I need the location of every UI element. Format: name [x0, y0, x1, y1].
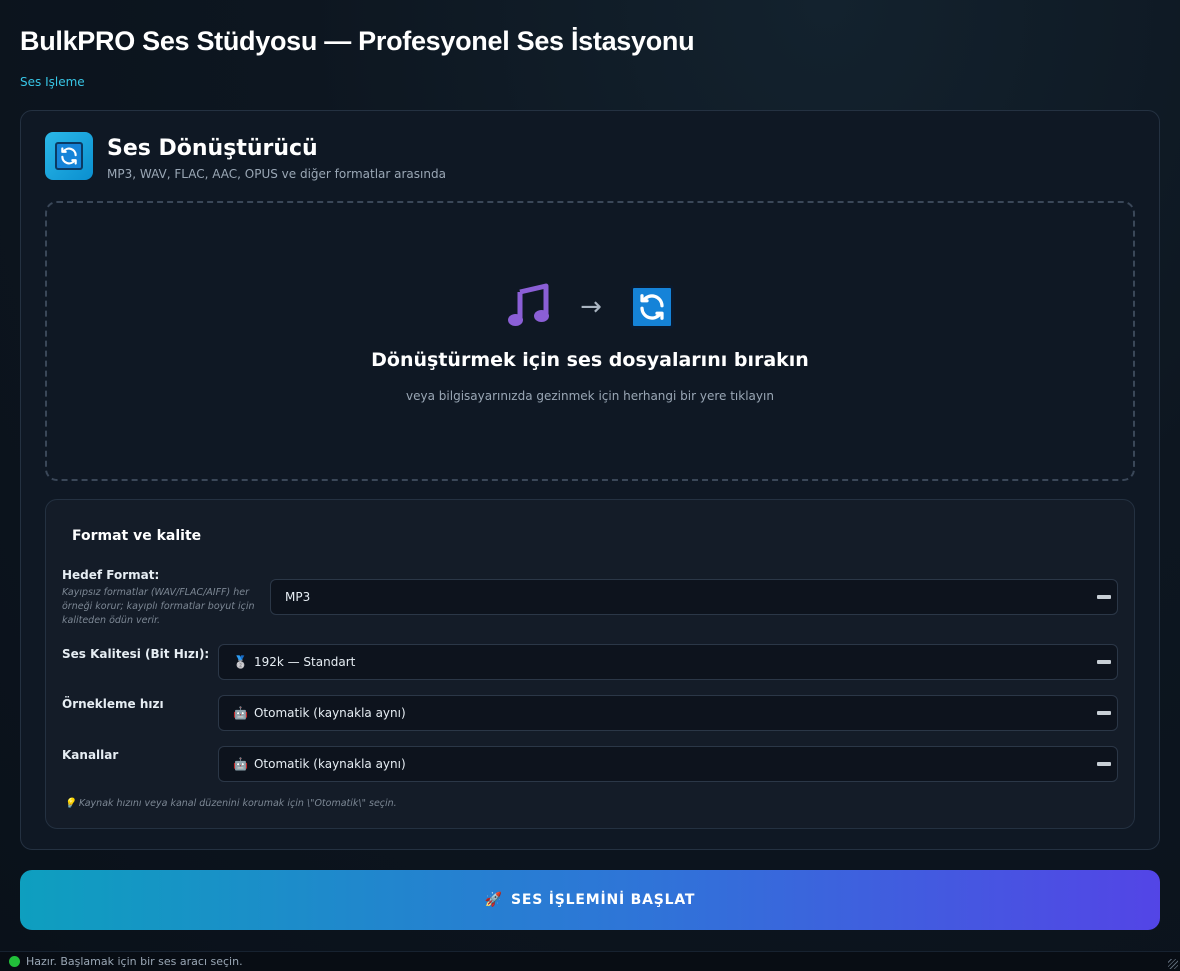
quality-label: Ses Kalitesi (Bit Hızı): [62, 647, 210, 661]
channels-select[interactable]: 🤖 Otomatik (kaynakla aynı) [218, 746, 1118, 782]
dropzone-title: Dönüştürmek için ses dosyalarını bırakın [371, 349, 809, 371]
file-dropzone[interactable]: → Dönüştürmek için ses dosyalarını bırak… [45, 201, 1135, 481]
status-text: Hazır. Başlamak için bir ses aracı seçin… [26, 955, 243, 968]
resize-grip-icon[interactable] [1168, 959, 1178, 969]
select-handle-icon [1097, 595, 1111, 599]
dropzone-icons: → [47, 283, 1133, 331]
format-quality-settings: Format ve kalite Hedef Format: Kayıpsız … [45, 499, 1135, 829]
music-note-icon [506, 282, 552, 332]
select-handle-icon [1097, 711, 1111, 715]
tool-subtitle: MP3, WAV, FLAC, AAC, OPUS ve diğer forma… [107, 167, 446, 181]
app-title: BulkPRO Ses Stüdyosu — Profesyonel Ses İ… [20, 26, 695, 56]
robot-icon: 🤖 [233, 706, 248, 720]
target-format-select[interactable]: MP3 [270, 579, 1118, 615]
quality-value: 192k — Standart [253, 655, 356, 669]
select-handle-icon [1097, 660, 1111, 664]
target-format-value: MP3 [285, 590, 311, 604]
sample-rate-label: Örnekleme hızı [62, 697, 164, 711]
dropzone-subtitle: veya bilgisayarınızda gezinmek için herh… [406, 389, 774, 403]
channels-label: Kanallar [62, 748, 119, 762]
quality-select[interactable]: 🥈 192k — Standart [218, 644, 1118, 680]
status-bar: Hazır. Başlamak için bir ses aracı seçin… [0, 951, 1180, 971]
rocket-icon: 🚀 [484, 892, 503, 908]
settings-title: Format ve kalite [72, 528, 202, 544]
sample-rate-value: Otomatik (kaynakla aynı) [253, 706, 406, 720]
target-format-label: Hedef Format: [62, 568, 160, 582]
settings-footnote: 💡 Kaynak hızını veya kanal düzenini koru… [64, 798, 397, 809]
target-format-hint: Kayıpsız formatlar (WAV/FLAC/AIFF) her ö… [62, 587, 255, 626]
start-processing-button[interactable]: 🚀 SES İŞLEMİNİ BAŞLAT [20, 870, 1160, 930]
breadcrumb[interactable]: Ses Işleme [20, 75, 85, 89]
sync-icon [45, 132, 93, 180]
select-handle-icon [1097, 762, 1111, 766]
tool-title: Ses Dönüştürücü [107, 136, 318, 161]
robot-icon: 🤖 [233, 757, 248, 771]
converter-panel: Ses Dönüştürücü MP3, WAV, FLAC, AAC, OPU… [20, 110, 1160, 850]
start-button-label: SES İŞLEMİNİ BAŞLAT [510, 892, 696, 908]
status-indicator-icon [9, 956, 20, 967]
channels-value: Otomatik (kaynakla aynı) [253, 757, 406, 771]
arrow-right-icon: → [580, 292, 602, 322]
medal-icon: 🥈 [233, 655, 248, 669]
sync-icon [629, 285, 674, 329]
sample-rate-select[interactable]: 🤖 Otomatik (kaynakla aynı) [218, 695, 1118, 731]
